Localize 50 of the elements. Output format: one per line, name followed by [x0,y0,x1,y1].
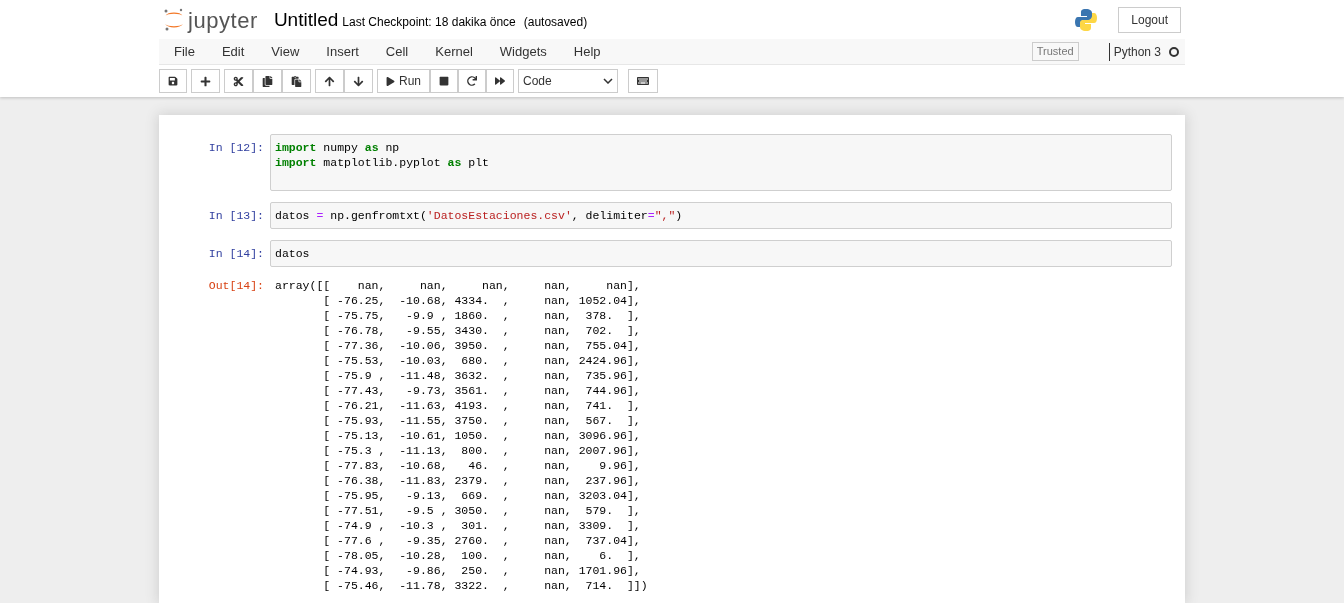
code-cell[interactable]: datos = np.genfromtxt('DatosEstaciones.csv', delimiter=",") [270,202,1172,229]
autosave-status: (autosaved) [523,14,588,31]
paste-button[interactable] [282,69,311,93]
move-down-button[interactable] [344,69,373,93]
menu-item[interactable]: Help [573,41,601,62]
chevron-down-icon [603,78,613,84]
copy-button[interactable] [253,69,282,93]
keyboard-icon [637,75,649,87]
cell-output: array([[ nan, nan, nan, nan, nan], [ -76.25, -10.68, 4334. , nan, 1052.04], [ -75.75, -9.9 , 1860. , nan, 378. ], [ -76.78, -9.55, 3430. , nan, 702. ], [ -77.36, -10.06, 3950. , nan, 755.04], [ -75.53, -10.03, 680. , nan, 2424.96], [ -75.9 , -11.48, 3632. , nan, 735.96], [ -77.43, -9.73, 3561. , nan, 744.96], [ -76.21, -11.63, 4193. , nan, 741. ], [ -75.93, -11.55, 3750. , nan, 567. ], [ -75.13, -10.61, 1050. , nan, 3096.96], [ -75.3 , -11.13, 800. , nan, 2007.96], [ -77.83, -10.68, 46. , nan, 9.96], [ -76.38, -11.83, 2379. , nan, 237.96], [ -75.95, -9.13, 669. , nan, 3203.04], [ -77.51, -9.5 , 3050. , nan, 579. ], [ -74.9 , -10.3 , 301. , nan, 3309. ], [ -77.6 , -9.35, 2760. , nan, 737.04], [ -78.05, -10.28, 100. , nan, 6. ], [ -74.93, -9.86, 250. , nan, 1701.96], [ -75.46, -11.78, 3322. , nan, 714. ]]) [274,278,649,593]
clipboard-icon [291,75,302,87]
cell-type-dropdown[interactable]: Code [518,69,618,93]
menu-item[interactable]: Widgets [499,41,547,62]
move-up-button[interactable] [315,69,344,93]
arrow-up-icon [324,75,335,87]
input-prompt: In [14]: [207,246,265,262]
interrupt-button[interactable] [430,69,458,93]
jupyter-logo-text: jupyter [188,6,258,35]
code-cell[interactable]: datos [270,240,1172,267]
python-logo-icon [1074,8,1099,32]
cut-button[interactable] [224,69,253,93]
input-prompt: In [13]: [207,208,265,224]
input-prompt: In [12]: [207,140,265,156]
save-button[interactable] [159,69,187,93]
restart-button[interactable] [458,69,486,93]
play-icon [386,76,395,86]
command-palette-button[interactable] [628,69,658,93]
code-cell[interactable]: import numpy as np import matplotlib.pyplot as plt [270,134,1172,191]
arrow-down-icon [353,75,364,87]
checkpoint-text: Last Checkpoint: 18 dakika önce [342,14,516,31]
menu-item[interactable]: Edit [221,41,245,62]
menu-item[interactable]: Cell [385,41,409,62]
menu-item[interactable]: Kernel [435,41,473,62]
notebook-title[interactable]: Untitled [273,5,339,35]
copy-icon [262,75,273,87]
insert-cell-button[interactable] [191,69,220,93]
stop-icon [439,76,449,86]
run-all-button[interactable] [486,69,514,93]
run-button[interactable]: Run [377,69,430,93]
fast-forward-icon [495,76,505,86]
menu-item[interactable]: View [271,41,300,62]
output-prompt: Out[14]: [207,278,265,294]
menu-item[interactable]: File [174,41,195,62]
kernel-name: Python 3 [1113,43,1161,61]
plus-icon [200,75,211,87]
refresh-icon [467,76,477,86]
jupyter-logo-icon [163,8,185,32]
scissors-icon [233,75,244,87]
trusted-indicator[interactable]: Trusted [1031,42,1079,61]
logout-button[interactable]: Logout [1118,7,1181,33]
menu-item[interactable]: Insert [326,41,359,62]
